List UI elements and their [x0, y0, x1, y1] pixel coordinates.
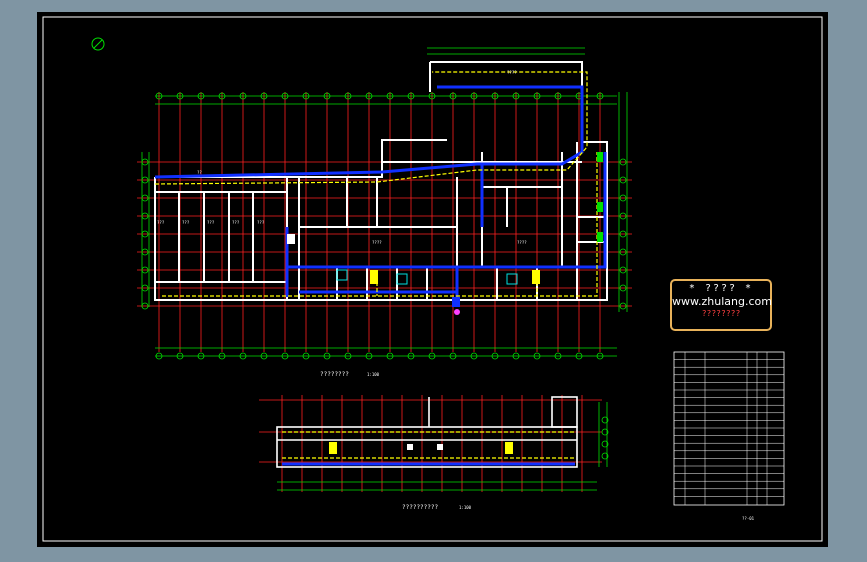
- room-label: ??: [197, 170, 202, 175]
- room-label: ????: [507, 70, 517, 75]
- main-floor-plan: ??? ??? ??? ??? ??? ?? ???? ???? ???? ??…: [137, 47, 632, 378]
- legend-table: ??-01: [673, 351, 785, 521]
- room-label: ????: [372, 240, 382, 245]
- room-label: ???: [257, 220, 265, 225]
- main-plan-scale: 1:100: [367, 372, 380, 377]
- watermark-subtitle: ????????: [701, 309, 741, 318]
- watermark-url: www.zhulang.com: [672, 295, 772, 308]
- lower-floor-plan: ?????????? 1:100: [259, 395, 609, 511]
- room-label: ???: [182, 220, 190, 225]
- watermark-stars: * ???? *: [688, 283, 754, 294]
- lower-equipment: [329, 442, 513, 454]
- lower-pipes: [282, 431, 575, 459]
- main-vertical-grid-axes: [158, 92, 601, 352]
- north-symbol-icon: [91, 37, 105, 51]
- lower-plan-title: ??????????: [402, 504, 439, 511]
- drawing-sheet: ??? ??? ??? ??? ??? ?? ???? ???? ???? ??…: [37, 12, 828, 547]
- room-label: ????: [517, 240, 527, 245]
- main-dimension-lines: [141, 47, 628, 357]
- watermark-badge: * ???? * www.zhulang.com ????????: [670, 279, 772, 331]
- room-label: ???: [207, 220, 215, 225]
- lower-horizontal-grid-axes: [259, 399, 602, 463]
- drawing-number: ??-01: [742, 516, 755, 521]
- main-plan-title: ????????: [320, 371, 349, 378]
- room-label: ???: [157, 220, 165, 225]
- lower-plan-scale: 1:100: [459, 505, 472, 510]
- lower-vertical-grid-axes: [281, 395, 583, 492]
- room-label: ???: [232, 220, 240, 225]
